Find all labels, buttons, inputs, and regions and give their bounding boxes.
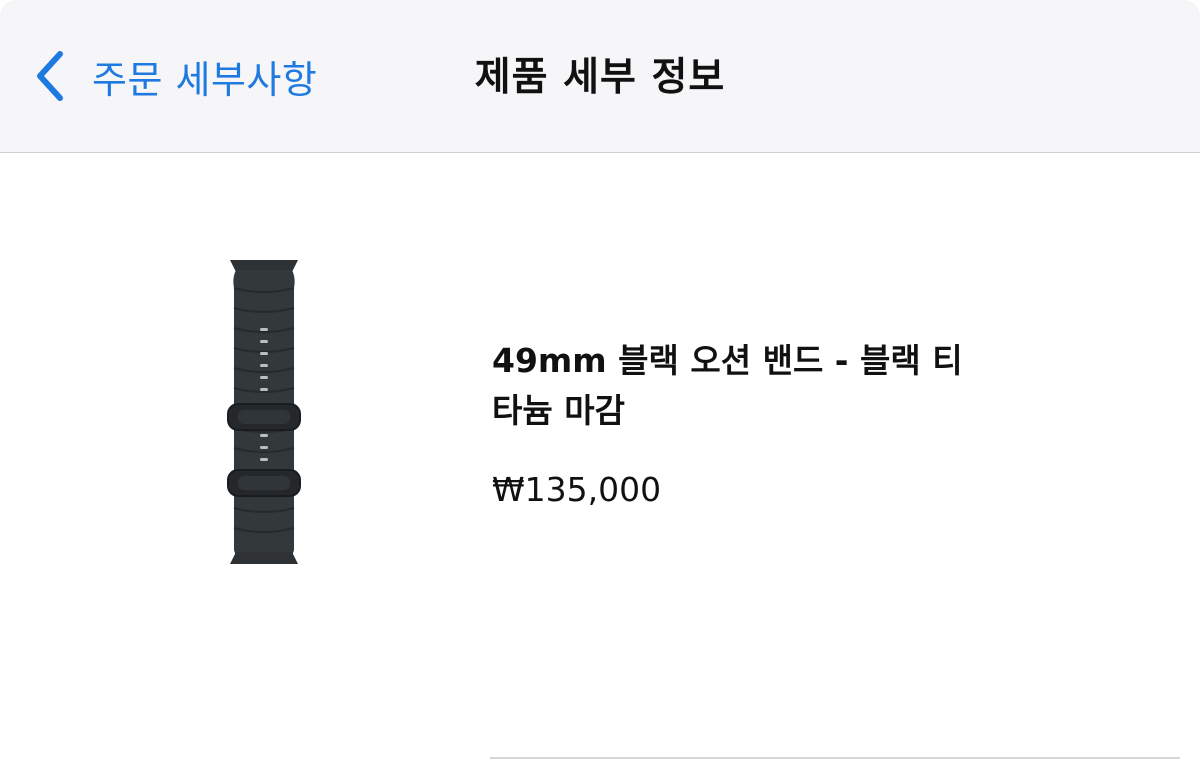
product-name: 49mm 블랙 오션 밴드 - 블랙 티타늄 마감 bbox=[492, 341, 963, 430]
navigation-bar: 주문 세부사항 제품 세부 정보 bbox=[0, 0, 1200, 153]
divider bbox=[490, 757, 1180, 759]
page-title-text: 제품 세부 정보 bbox=[474, 55, 726, 100]
watch-band-image bbox=[222, 258, 306, 564]
product-detail-content: 49mm 블랙 오션 밴드 - 블랙 티타늄 마감 ₩135,000 bbox=[0, 154, 1200, 779]
page-title: 제품 세부 정보 bbox=[0, 46, 1200, 102]
product-price: ₩135,000 bbox=[492, 470, 662, 509]
